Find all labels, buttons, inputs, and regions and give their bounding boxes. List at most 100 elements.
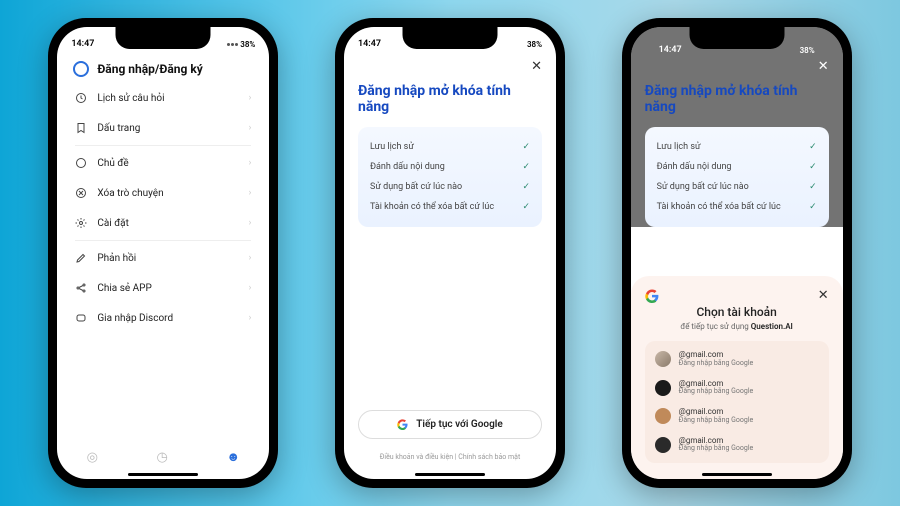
phone-3: 14:47 38% ✕ Đăng nhập mở khóa tính năng …: [622, 18, 852, 488]
menu-discord[interactable]: Gia nhập Discord ›: [65, 303, 261, 333]
menu-theme[interactable]: Chủ đề ›: [65, 148, 261, 178]
nav-clock-icon[interactable]: ◷: [156, 450, 167, 465]
phone-2: 14:47 38% ✕ Đăng nhập mở khóa tính năng …: [335, 18, 565, 488]
menu-share[interactable]: Chia sẻ APP ›: [65, 273, 261, 303]
close-icon[interactable]: ✕: [818, 59, 829, 74]
account-picker-sheet: ✕ Chọn tài khoản để tiếp tục sử dụng Que…: [631, 276, 843, 479]
google-icon: [645, 288, 659, 302]
check-icon: ✓: [522, 202, 530, 212]
menu-feedback[interactable]: Phản hồi ›: [65, 243, 261, 273]
check-icon: ✓: [809, 162, 817, 172]
feature-label: Tài khoản có thể xóa bất cứ lúc: [370, 202, 494, 212]
menu-clear-chat[interactable]: Xóa trò chuyện ›: [65, 178, 261, 208]
feature-row: Sử dụng bất cứ lúc nào✓: [657, 177, 817, 197]
divider: [75, 240, 251, 241]
feature-row: Đánh dấu nội dung ✓: [657, 157, 817, 177]
palette-icon: [75, 157, 87, 169]
account-sub: Đăng nhập bằng Google: [679, 417, 754, 425]
home-indicator: [702, 473, 772, 476]
bookmark-icon: [75, 122, 87, 134]
sheet-subtitle: để tiếp tục sử dụng Question.AI: [645, 322, 829, 331]
divider: [75, 145, 251, 146]
home-indicator: [415, 473, 485, 476]
check-icon: ✓: [809, 182, 817, 192]
feature-label: Lưu lịch sử: [370, 142, 414, 152]
feature-row: Lưu lịch sử✓: [657, 137, 817, 157]
menu-list: Lịch sử câu hỏi › Dấu trang › Chủ đề › X…: [57, 83, 269, 333]
terms-text[interactable]: Điều khoản và điều kiện | Chính sách bảo…: [344, 453, 556, 461]
continue-google-button[interactable]: Tiếp tục với Google: [358, 410, 542, 439]
account-sub: Đăng nhập bằng Google: [679, 445, 754, 453]
status-right: 38%: [227, 40, 255, 49]
google-icon: [397, 419, 408, 430]
avatar: [655, 380, 671, 396]
check-icon: ✓: [522, 162, 530, 172]
battery-label: 38%: [800, 46, 815, 55]
feature-label: Đánh dấu nội dung: [657, 162, 732, 172]
menu-label: Dấu trang: [97, 123, 140, 134]
nav-profile-icon[interactable]: ☻: [226, 449, 240, 465]
check-icon: ✓: [809, 202, 817, 212]
app-logo-icon: [73, 61, 89, 77]
app-header[interactable]: Đăng nhập/Đăng ký: [57, 51, 269, 83]
chevron-right-icon: ›: [249, 188, 252, 198]
sheet-header: ✕: [645, 288, 829, 303]
notch: [116, 27, 211, 49]
header-title: Đăng nhập/Đăng ký: [97, 62, 202, 76]
screen: 14:47 38% Đăng nhập/Đăng ký Lịch sử câu …: [57, 27, 269, 479]
feature-row: Tài khoản có thể xóa bất cứ lúc✓: [657, 197, 817, 217]
avatar: [655, 351, 671, 367]
gear-icon: [75, 217, 87, 229]
share-icon: [75, 282, 87, 294]
chevron-right-icon: ›: [249, 123, 252, 133]
chevron-right-icon: ›: [249, 93, 252, 103]
battery-label: 38%: [240, 40, 255, 49]
account-row[interactable]: @gmail.com Đăng nhập bằng Google: [653, 345, 821, 373]
account-sub: Đăng nhập bằng Google: [679, 360, 754, 368]
account-row[interactable]: @gmail.com Đăng nhập bằng Google: [653, 374, 821, 402]
menu-label: Phản hồi: [97, 253, 136, 264]
close-icon[interactable]: ✕: [818, 288, 829, 303]
status-time: 14:47: [659, 45, 682, 55]
chevron-right-icon: ›: [249, 158, 252, 168]
status-time: 14:47: [358, 39, 381, 49]
menu-history[interactable]: Lịch sử câu hỏi ›: [65, 83, 261, 113]
account-row[interactable]: @gmail.com Đăng nhập bằng Google: [653, 431, 821, 459]
check-icon: ✓: [522, 142, 530, 152]
status-right: 38%: [800, 46, 815, 55]
nav-camera-icon[interactable]: ◎: [87, 450, 98, 465]
menu-label: Xóa trò chuyện: [97, 188, 163, 199]
status-right: 38%: [527, 40, 542, 49]
avatar: [655, 437, 671, 453]
sheet-sub-app: Question.AI: [751, 322, 793, 331]
feature-label: Đánh dấu nội dung: [370, 162, 445, 172]
menu-label: Cài đặt: [97, 218, 129, 229]
feature-row: Tài khoản có thể xóa bất cứ lúc ✓: [370, 197, 530, 217]
page-title: Đăng nhập mở khóa tính năng: [645, 83, 829, 115]
page-title: Đăng nhập mở khóa tính năng: [358, 83, 542, 115]
menu-label: Lịch sử câu hỏi: [97, 93, 164, 104]
feature-card: Lưu lịch sử✓ Đánh dấu nội dung ✓ Sử dụng …: [645, 127, 829, 227]
menu-bookmark[interactable]: Dấu trang ›: [65, 113, 261, 143]
notch: [402, 27, 497, 49]
status-time: 14:47: [71, 39, 94, 49]
chevron-right-icon: ›: [249, 313, 252, 323]
signin-body: Đăng nhập mở khóa tính năng Lưu lịch sử ✓…: [344, 51, 556, 227]
home-indicator: [128, 473, 198, 476]
account-list: @gmail.com Đăng nhập bằng Google @gmail.…: [645, 341, 829, 463]
check-icon: ✓: [522, 182, 530, 192]
screen: 14:47 38% ✕ Đăng nhập mở khóa tính năng …: [631, 27, 843, 479]
menu-settings[interactable]: Cài đặt ›: [65, 208, 261, 238]
signin-body-dimmed: 14:47 38% ✕ Đăng nhập mở khóa tính năng …: [631, 27, 843, 227]
close-icon[interactable]: ✕: [531, 59, 542, 74]
notch: [689, 27, 784, 49]
battery-label: 38%: [527, 40, 542, 49]
account-row[interactable]: @gmail.com Đăng nhập bằng Google: [653, 402, 821, 430]
feature-row: Sử dụng bất cứ lúc nào ✓: [370, 177, 530, 197]
google-btn-label: Tiếp tục với Google: [416, 419, 503, 430]
avatar: [655, 408, 671, 424]
discord-icon: [75, 312, 87, 324]
feature-card: Lưu lịch sử ✓ Đánh dấu nội dung ✓ Sử dụng …: [358, 127, 542, 227]
clock-icon: [75, 92, 87, 104]
feature-label: Sử dụng bất cứ lúc nào: [370, 182, 462, 192]
